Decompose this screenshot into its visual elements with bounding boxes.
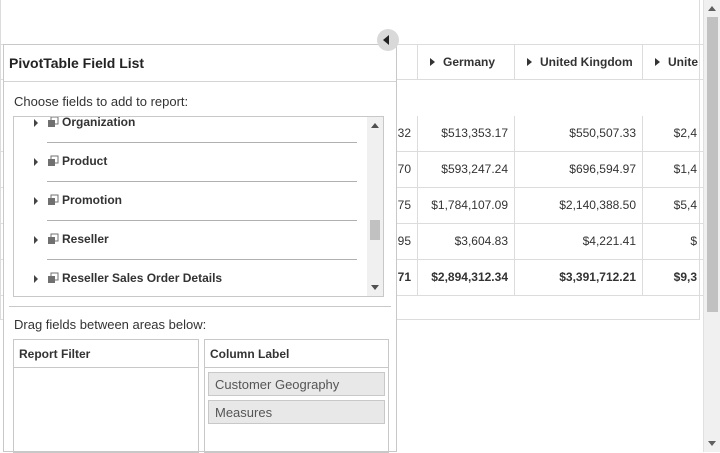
field-label: Reseller (62, 232, 109, 246)
expand-arrow-icon[interactable] (34, 197, 38, 205)
expand-arrow-icon[interactable] (430, 58, 435, 67)
total-cell: $2,894,312.34 (417, 260, 514, 295)
area-title: Report Filter (14, 340, 198, 368)
scrollbar-thumb[interactable] (707, 17, 718, 312)
value-cell: $696,594.97 (514, 152, 642, 187)
dimension-icon (48, 117, 59, 127)
dimension-icon (48, 155, 59, 166)
field-item-reseller[interactable]: Reseller (14, 221, 367, 260)
expand-arrow-icon[interactable] (34, 236, 38, 244)
field-chip-measures[interactable]: Measures (208, 400, 385, 424)
page-scrollbar[interactable] (703, 0, 720, 452)
drag-fields-label: Drag fields between areas below: (14, 317, 207, 332)
field-label: Reseller Sales Order Details (62, 271, 223, 285)
column-header-united-states[interactable]: Unite (642, 45, 703, 80)
value-cell: $4,221.41 (514, 224, 642, 259)
expand-arrow-icon[interactable] (34, 158, 38, 166)
value-cell: $513,353.17 (417, 116, 514, 151)
dimension-icon (48, 194, 59, 205)
collapse-panel-button[interactable] (377, 29, 399, 51)
value-cell: $1,4 (642, 152, 703, 187)
column-label-area[interactable]: Column Label Customer Geography Measures (204, 339, 389, 453)
field-tree-scrollbar[interactable] (367, 117, 383, 296)
area-title: Column Label (205, 340, 388, 368)
scroll-down-icon[interactable] (371, 285, 379, 290)
field-item-organization[interactable]: Organization (14, 116, 367, 143)
field-label: Organization (62, 116, 136, 129)
field-item-promotion[interactable]: Promotion (14, 182, 367, 221)
expand-arrow-icon[interactable] (34, 275, 38, 283)
expand-arrow-icon[interactable] (527, 58, 532, 67)
value-cell: $593,247.24 (417, 152, 514, 187)
expand-arrow-icon[interactable] (655, 58, 660, 67)
value-cell: $1,784,107.09 (417, 188, 514, 223)
field-label: Promotion (62, 193, 122, 207)
scroll-down-icon[interactable] (708, 441, 716, 446)
value-cell: $5,4 (642, 188, 703, 223)
dimension-icon (48, 233, 59, 244)
column-header-label: Germany (443, 55, 496, 69)
scroll-up-icon[interactable] (708, 6, 716, 11)
column-header-united-kingdom[interactable]: United Kingdom (514, 45, 642, 80)
field-chip-customer-geography[interactable]: Customer Geography (208, 372, 385, 396)
field-tree[interactable]: Organization Product Promotion Reseller … (13, 116, 384, 297)
field-item-product[interactable]: Product (14, 143, 367, 182)
field-list-panel: PivotTable Field List Choose fields to a… (3, 44, 397, 453)
column-header-germany[interactable]: Germany (417, 45, 514, 80)
collapse-left-icon[interactable] (383, 35, 389, 45)
value-cell: $550,507.33 (514, 116, 642, 151)
field-label: Product (62, 154, 108, 168)
panel-title: PivotTable Field List (4, 45, 396, 82)
expand-arrow-icon[interactable] (34, 119, 38, 127)
total-cell: $9,3 (642, 260, 703, 295)
report-filter-area[interactable]: Report Filter (13, 339, 199, 453)
scroll-up-icon[interactable] (371, 123, 379, 128)
choose-fields-label: Choose fields to add to report: (14, 94, 189, 109)
dimension-icon (48, 272, 59, 283)
value-cell: $2,140,388.50 (514, 188, 642, 223)
column-header-label: United Kingdom (540, 55, 633, 69)
divider (9, 306, 391, 307)
value-cell: $3,604.83 (417, 224, 514, 259)
field-item-reseller-sales-order-details[interactable]: Reseller Sales Order Details (14, 260, 367, 296)
scrollbar-thumb[interactable] (370, 220, 380, 240)
value-cell: $2,4 (642, 116, 703, 151)
total-cell: $3,391,712.21 (514, 260, 642, 295)
column-header-label: Unite (668, 55, 698, 69)
value-cell: $ (642, 224, 703, 259)
